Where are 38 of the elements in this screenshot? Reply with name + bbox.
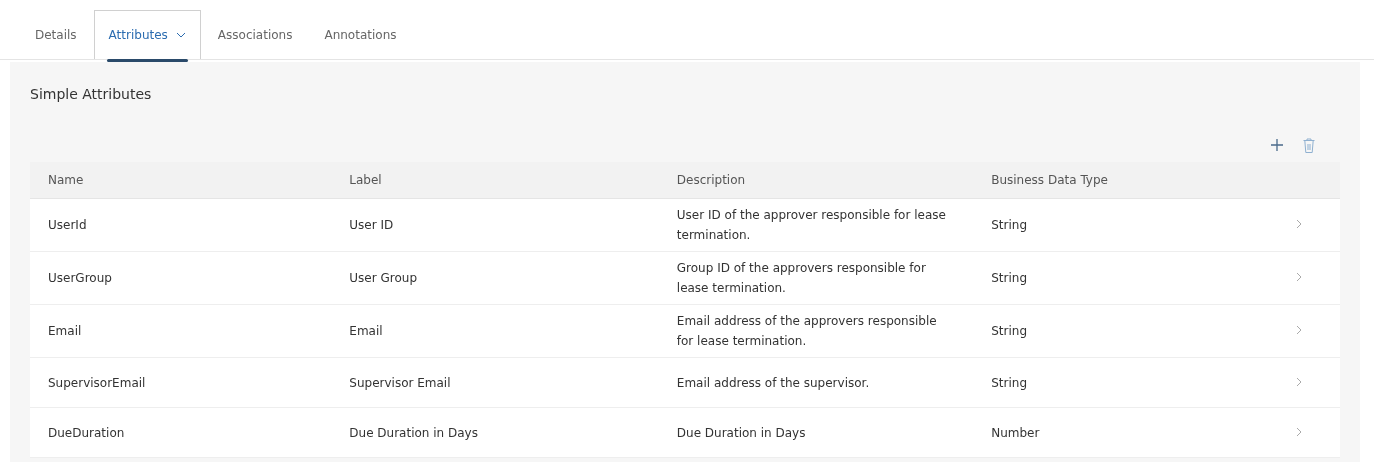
table-cell: Group ID of the approvers responsible for lease termination. (658, 251, 974, 305)
chevron-right-icon[interactable] (1296, 376, 1302, 387)
add-button[interactable] (1268, 136, 1286, 154)
section-title: Simple Attributes (30, 86, 152, 102)
trash-icon (1303, 137, 1315, 153)
table-cell: Email address of the approvers responsible for lease termination. (658, 304, 974, 358)
table-cell: Email (30, 304, 332, 358)
table-cell: Email address of the supervisor. (658, 357, 974, 408)
table-cell: String (973, 357, 1249, 408)
table-cell: Due Duration in Days (658, 407, 974, 458)
plus-icon (1271, 139, 1283, 151)
table-cell: String (973, 251, 1249, 305)
table-cell: Email (331, 304, 659, 358)
column-header: Name (30, 162, 332, 199)
table-cell: Number (973, 407, 1249, 458)
chevron-right-icon[interactable] (1296, 219, 1302, 229)
table-cell: User Group (331, 251, 659, 305)
table-cell: Due Duration in Days (331, 407, 659, 458)
chevron-down-icon (175, 31, 186, 39)
table-cell: String (973, 304, 1249, 358)
table-cell: String (973, 198, 1249, 252)
table-cell: UserId (30, 198, 332, 252)
table-cell: UserGroup (30, 251, 332, 305)
table-cell: SupervisorEmail (30, 357, 332, 408)
tab[interactable]: Attributes (93, 10, 201, 59)
chevron-right-icon[interactable] (1296, 325, 1302, 335)
tab[interactable]: Associations (202, 10, 308, 59)
chevron-right-icon[interactable] (1296, 426, 1302, 437)
tab[interactable]: Annotations (309, 10, 412, 59)
table-cell: User ID of the approver responsible for lease termination. (658, 198, 974, 252)
column-header: Business Data Type (973, 162, 1249, 199)
column-header: Description (658, 162, 974, 199)
column-header: Label (331, 162, 659, 199)
chevron-right-icon[interactable] (1296, 272, 1302, 282)
table-cell: Supervisor Email (331, 357, 659, 408)
tab[interactable]: Details (20, 10, 92, 59)
table-cell: DueDuration (30, 407, 332, 458)
table-cell: User ID (331, 198, 659, 252)
